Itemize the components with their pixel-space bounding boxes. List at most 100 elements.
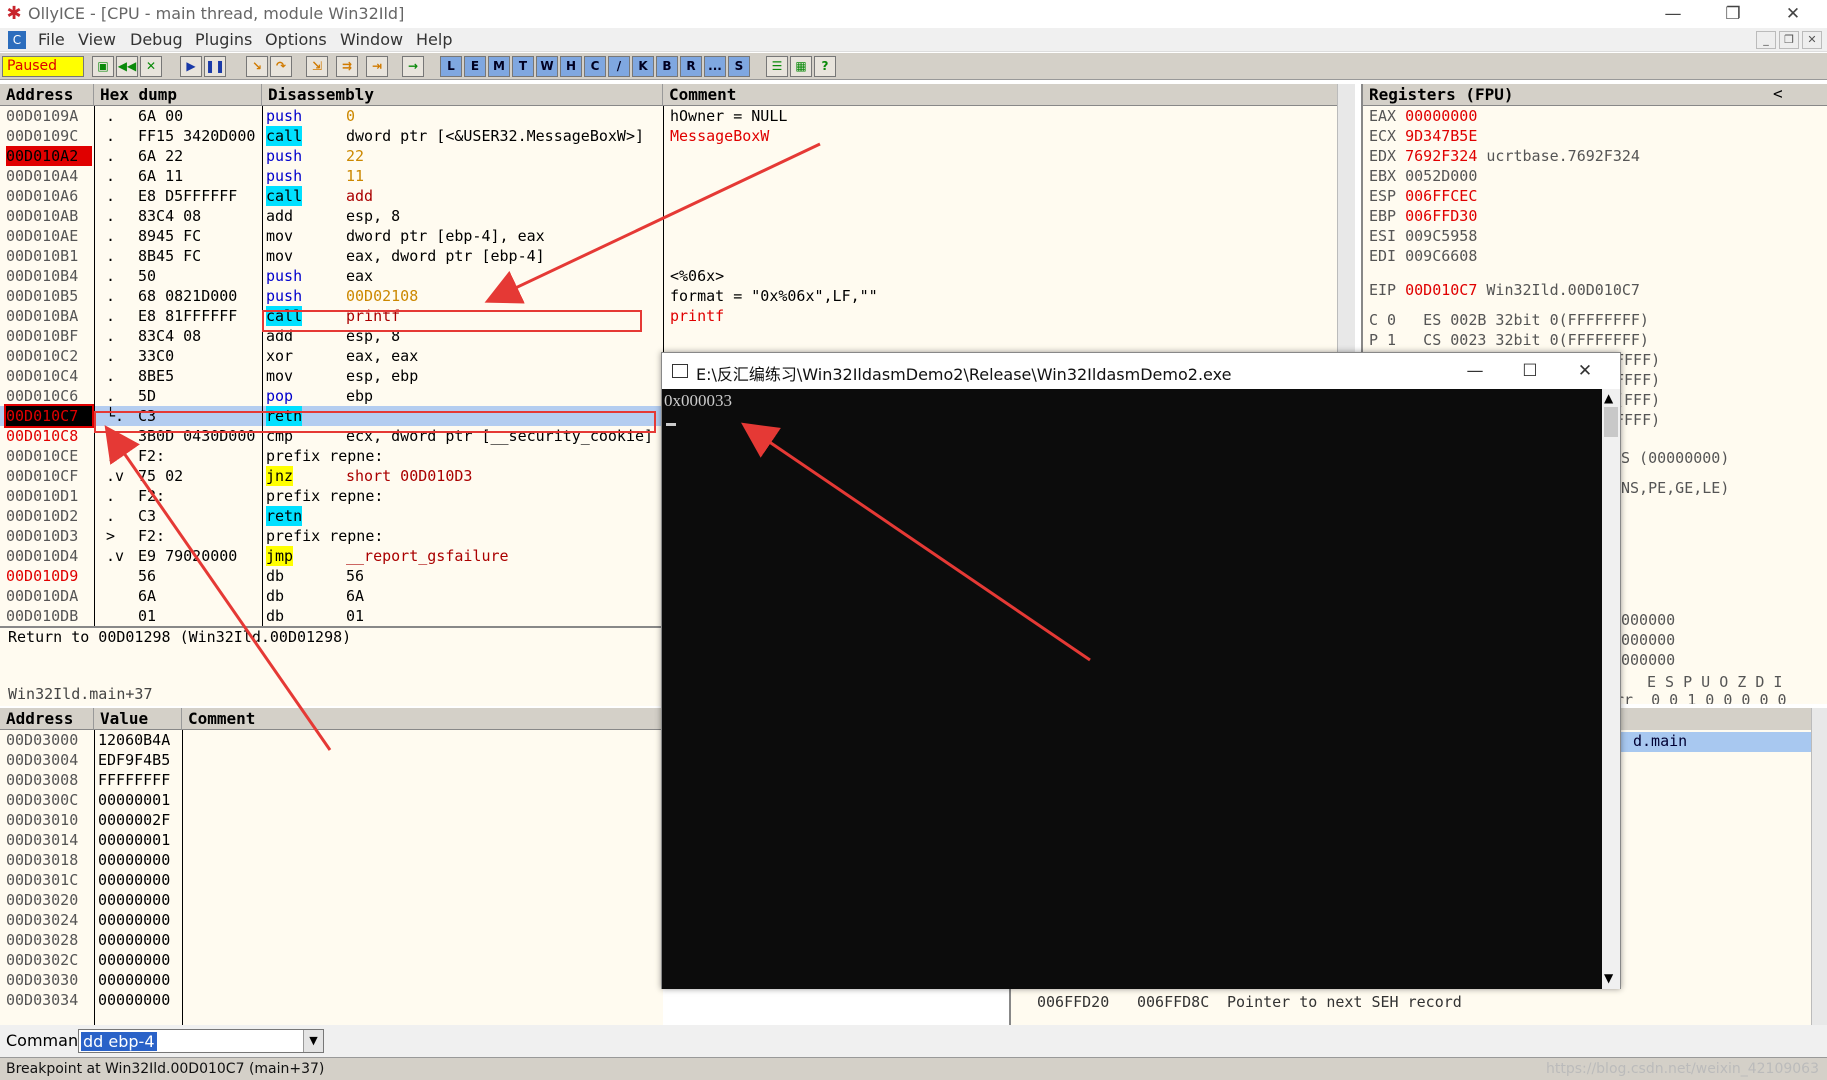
disasm-row[interactable]: 00D010CF .v 75 02 jnz short 00D010D3 (0, 466, 663, 486)
chevron-down-icon[interactable]: ▼ (303, 1030, 323, 1052)
restart-icon[interactable]: ◀◀ (116, 56, 138, 77)
dump-header-comment[interactable]: Comment (182, 708, 663, 730)
disasm-row[interactable]: 00D010B4. 50 push eax (0, 266, 663, 286)
console-close-button[interactable]: ✕ (1562, 359, 1608, 383)
grid-icon[interactable]: ▦ (790, 56, 812, 77)
source-window-button[interactable]: S (728, 56, 750, 77)
execute-till-return-icon[interactable]: ⇥ (366, 56, 388, 77)
dump-header-address[interactable]: Address (0, 708, 94, 730)
menu-view[interactable]: View (78, 30, 116, 49)
disasm-row[interactable]: 00D010DB 01 db 01 (0, 606, 663, 626)
disasm-row[interactable]: 00D010D4 .v E9 79020000 jmp __report_gsfailu… (0, 546, 663, 566)
dump-row[interactable]: 00D03030 00000000 (0, 970, 663, 990)
registers-toggle-icon[interactable]: < (1773, 84, 1783, 103)
column-header-hex[interactable]: Hex dump (94, 84, 262, 106)
menu-file[interactable]: File (38, 30, 65, 49)
dump-header-value[interactable]: Value (94, 708, 182, 730)
console-scrollbar[interactable]: ▲ ▼ (1602, 389, 1620, 989)
menu-plugins[interactable]: Plugins (195, 30, 252, 49)
call-stack-button[interactable]: K (632, 56, 654, 77)
register-row[interactable]: EAX 00000000 (1369, 106, 1486, 126)
menu-help[interactable]: Help (416, 30, 452, 49)
disasm-row[interactable]: 00D010D9 56 db 56 (0, 566, 663, 586)
scroll-down-icon[interactable]: ▼ (1604, 971, 1613, 985)
disasm-row[interactable]: 00D010BF. 83C4 08 add esp, 8 (0, 326, 663, 346)
disasm-row[interactable]: 00D010C4. 8BE5 mov esp, ebp (0, 366, 663, 386)
disasm-row[interactable]: 00D010DA 6A db 6A (0, 586, 663, 606)
mdi-minimize-button[interactable]: _ (1756, 31, 1776, 49)
command-input[interactable]: dd ebp-4 ▼ (78, 1029, 324, 1053)
references-window-button[interactable]: R (680, 56, 702, 77)
segment-row[interactable]: P 1 CS 0023 32bit 0(FFFFFFFF) (1369, 330, 1649, 350)
restore-button[interactable]: ❐ (1710, 2, 1756, 26)
console-minimize-button[interactable]: — (1452, 359, 1498, 383)
stack-selected-row[interactable]: d.main (1621, 732, 1811, 752)
close-button[interactable]: ✕ (1770, 2, 1816, 26)
command-input-value[interactable]: dd ebp-4 (81, 1032, 157, 1051)
registers-header[interactable]: Registers (FPU) (1363, 84, 1827, 106)
dump-row[interactable]: 00D03028 00000000 (0, 930, 663, 950)
console-maximize-button[interactable]: ☐ (1507, 359, 1553, 383)
open-icon[interactable]: ▣ (92, 56, 114, 77)
dump-row[interactable]: 00D0300C 00000001 (0, 790, 663, 810)
cpu-window-button[interactable]: C (584, 56, 606, 77)
disasm-row[interactable]: 00D0109A. 6A 00 push 0 (0, 106, 663, 126)
handles-window-button[interactable]: H (560, 56, 582, 77)
dump-row[interactable]: 00D03008 FFFFFFFF (0, 770, 663, 790)
disasm-row[interactable]: 00D010D3 > F2: prefix repne: (0, 526, 663, 546)
disasm-row[interactable]: 00D010AB. 83C4 08 add esp, 8 (0, 206, 663, 226)
run-icon[interactable]: ▶ (180, 56, 202, 77)
console-titlebar[interactable]: E:\反汇编练习\Win32IldasmDemo2\Release\Win32I… (662, 353, 1620, 389)
register-row[interactable]: EDI 009C6608 (1369, 246, 1486, 266)
column-header-address[interactable]: Address (0, 84, 94, 106)
disasm-row[interactable]: 00D010B5. 68 0821D000 push 00D02108 (0, 286, 663, 306)
threads-window-button[interactable]: T (512, 56, 534, 77)
dump-row[interactable]: 00D0302C 00000000 (0, 950, 663, 970)
menu-options[interactable]: Options (265, 30, 327, 49)
help-icon[interactable]: ? (814, 56, 836, 77)
dump-row[interactable]: 00D0301C 00000000 (0, 870, 663, 890)
breakpoints-window-button[interactable]: B (656, 56, 678, 77)
dump-row[interactable]: 00D03020 00000000 (0, 890, 663, 910)
disasm-row[interactable]: 00D010C7 └. C3 retn (0, 404, 663, 428)
list-icon[interactable]: ☰ (766, 56, 788, 77)
dump-row[interactable]: 00D03018 00000000 (0, 850, 663, 870)
log-window-button[interactable]: L (440, 56, 462, 77)
pause-icon[interactable]: ❚❚ (204, 56, 226, 77)
register-row[interactable]: EBX 0052D000 (1369, 166, 1486, 186)
disasm-row[interactable]: 00D010D1. F2: prefix repne: (0, 486, 663, 506)
disasm-row[interactable]: 00D010AE. 8945 FC mov dword ptr [ebp-4], ea… (0, 226, 663, 246)
trace-over-icon[interactable]: ⇉ (336, 56, 358, 77)
column-header-disassembly[interactable]: Disassembly (262, 84, 663, 106)
disasm-row[interactable]: 00D010BA. E8 81FFFFFF call printf (0, 306, 663, 326)
dump-row[interactable]: 00D03024 00000000 (0, 910, 663, 930)
dump-row[interactable]: 00D03010 0000002F (0, 810, 663, 830)
console-scroll-thumb[interactable] (1604, 407, 1618, 437)
disasm-row[interactable]: 00D010A2. 6A 22 push 22 (0, 146, 663, 166)
step-over-icon[interactable]: ↷ (270, 56, 292, 77)
register-row[interactable]: EDX 7692F324 ucrtbase.7692F324 (1369, 146, 1640, 166)
memory-window-button[interactable]: M (488, 56, 510, 77)
menu-debug[interactable]: Debug (130, 30, 183, 49)
trace-into-icon[interactable]: ⇲ (306, 56, 328, 77)
disasm-row[interactable]: 00D010C8 3B0D 0430D000 cmp ecx, dword ptr [… (0, 426, 663, 446)
column-header-comment[interactable]: Comment (663, 84, 1355, 106)
disasm-row[interactable]: 00D010C2. 33C0 xor eax, eax (0, 346, 663, 366)
console-body[interactable]: 0x000033 (662, 389, 1602, 989)
dump-row[interactable]: 00D03004 EDF9F4B5 (0, 750, 663, 770)
cpu-window-icon[interactable]: C (8, 31, 26, 49)
dump-row[interactable]: 00D03034 00000000 (0, 990, 663, 1010)
disasm-row[interactable]: 00D010D2. C3 retn (0, 506, 663, 526)
stack-scrollbar[interactable] (1811, 708, 1827, 1025)
close-process-icon[interactable]: ✕ (140, 56, 162, 77)
disasm-row[interactable]: 00D010C6. 5D pop ebp (0, 386, 663, 406)
modules-window-button[interactable]: E (464, 56, 486, 77)
console-window[interactable]: E:\反汇编练习\Win32IldasmDemo2\Release\Win32I… (661, 352, 1621, 989)
run-trace-button[interactable]: ... (704, 56, 726, 77)
dump-row[interactable]: 00D03000 12060B4A (0, 730, 663, 750)
mdi-restore-button[interactable]: ❐ (1779, 31, 1799, 49)
mdi-close-button[interactable]: ✕ (1802, 31, 1822, 49)
register-row[interactable]: EBP 006FFD30 (1369, 206, 1486, 226)
register-row[interactable]: ECX 9D347B5E (1369, 126, 1486, 146)
minimize-button[interactable]: — (1650, 2, 1696, 26)
